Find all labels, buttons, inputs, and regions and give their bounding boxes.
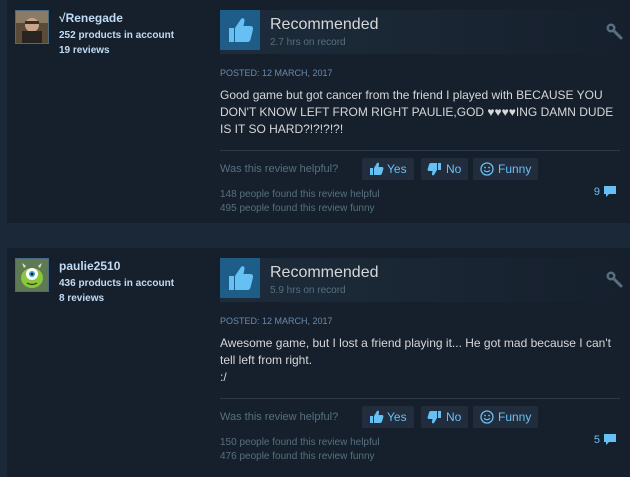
helpful-question: Was this review helpful?: [220, 163, 339, 175]
wrench-icon[interactable]: [605, 270, 623, 288]
thumbs-down-icon: [427, 410, 443, 424]
review-verdict[interactable]: Recommended: [270, 16, 379, 34]
vote-no-button[interactable]: No: [421, 158, 469, 180]
vote-no-label: No: [446, 410, 462, 424]
divider: [220, 398, 620, 399]
found-helpful-count: 150 people found this review helpful: [220, 437, 380, 448]
found-funny-count: 476 people found this review funny: [220, 451, 375, 462]
hours-on-record: 2.7 hrs on record: [270, 37, 346, 48]
comment-count: 5: [593, 433, 600, 446]
author-products[interactable]: 252 products in account: [59, 30, 174, 41]
thumbs-up-icon: [220, 10, 260, 50]
found-funny-count: 495 people found this review funny: [220, 203, 375, 214]
vote-funny-label: Funny: [498, 162, 532, 176]
thumbs-up-icon: [220, 258, 260, 298]
avatar[interactable]: [15, 258, 49, 292]
review-text: Awesome game, but I lost a friend playin…: [220, 336, 611, 384]
smiley-icon: [479, 162, 495, 176]
comment-count: 9: [593, 185, 600, 198]
smiley-icon: [479, 410, 495, 424]
thumbs-up-icon: [368, 162, 384, 176]
comment-icon: [603, 433, 617, 446]
comments-button[interactable]: 5: [594, 433, 617, 446]
vote-funny-button[interactable]: Funny: [473, 406, 539, 428]
avatar[interactable]: [15, 10, 49, 44]
helpful-question: Was this review helpful?: [220, 411, 339, 423]
posted-date: POSTED: 12 MARCH, 2017: [220, 316, 333, 326]
vote-funny-button[interactable]: Funny: [473, 158, 539, 180]
author-reviews[interactable]: 8 reviews: [59, 293, 104, 304]
hours-on-record: 5.9 hrs on record: [270, 285, 346, 296]
thumbs-down-icon: [427, 162, 443, 176]
vote-yes-button[interactable]: Yes: [362, 406, 414, 428]
divider: [220, 150, 620, 151]
found-helpful-count: 148 people found this review helpful: [220, 189, 380, 200]
author-name[interactable]: paulie2510: [59, 259, 120, 273]
thumbs-up-icon: [368, 410, 384, 424]
author-reviews[interactable]: 19 reviews: [59, 45, 110, 56]
vote-funny-label: Funny: [498, 410, 532, 424]
vote-yes-label: Yes: [387, 410, 407, 424]
vote-yes-label: Yes: [387, 162, 407, 176]
comments-button[interactable]: 9: [594, 185, 617, 198]
review-text: Good game but got cancer from the friend…: [220, 88, 614, 136]
review-verdict[interactable]: Recommended: [270, 264, 379, 282]
vote-no-button[interactable]: No: [421, 406, 469, 428]
author-products[interactable]: 436 products in account: [59, 278, 174, 289]
review-card: paulie2510 436 products in account 8 rev…: [7, 248, 630, 477]
wrench-icon[interactable]: [605, 22, 623, 40]
posted-date: POSTED: 12 MARCH, 2017: [220, 68, 333, 78]
vote-no-label: No: [446, 162, 462, 176]
author-name[interactable]: √Renegade: [59, 11, 123, 25]
comment-icon: [603, 185, 617, 198]
review-card: √Renegade 252 products in account 19 rev…: [7, 0, 630, 223]
vote-yes-button[interactable]: Yes: [362, 158, 414, 180]
